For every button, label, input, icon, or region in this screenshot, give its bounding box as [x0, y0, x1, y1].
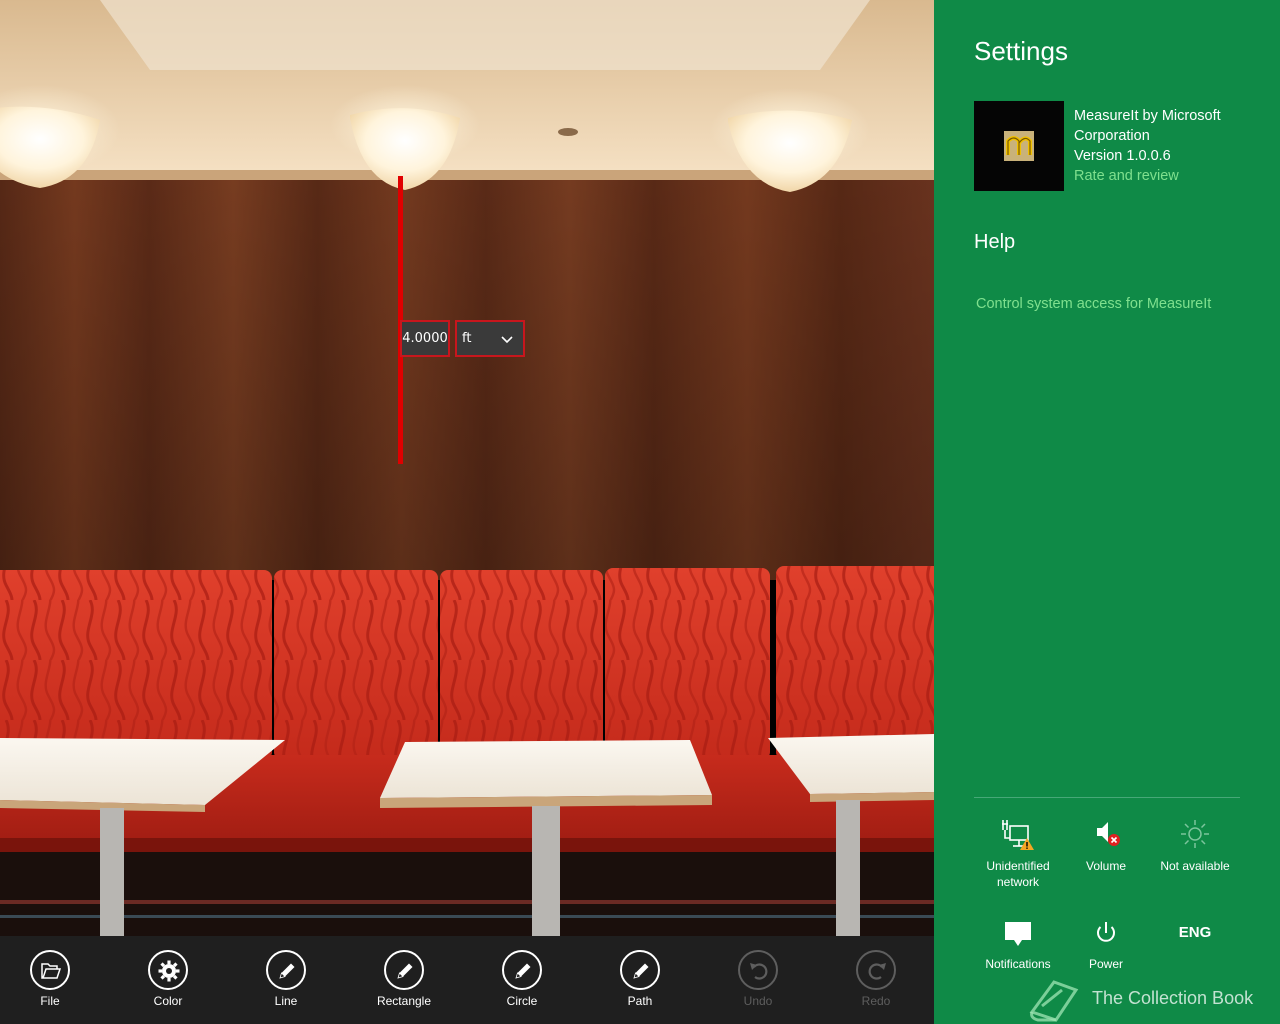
notifications-icon — [1005, 922, 1031, 946]
brightness-tile: Not available — [1151, 816, 1239, 874]
photo-canvas[interactable]: 4.0000 ft — [0, 0, 934, 936]
brightness-icon — [1181, 820, 1209, 848]
measureit-logo-icon — [1004, 131, 1034, 161]
undo-button-label: Undo — [743, 994, 773, 1008]
redo-icon — [868, 963, 886, 980]
control-system-access-link[interactable]: Control system access for MeasureIt — [976, 296, 1211, 312]
path-button-label: Path — [627, 994, 653, 1008]
app-publisher-line1: MeasureIt by Microsoft — [1074, 108, 1221, 124]
app-bar: File Color Line Rectangle Circle Path Un… — [0, 936, 934, 1024]
settings-title: Settings — [974, 36, 1068, 66]
line-button[interactable]: Line — [236, 936, 336, 1024]
redo-button[interactable]: Redo — [826, 936, 926, 1024]
settings-pane: Settings MeasureIt by Microsoft Corporat… — [934, 0, 1280, 1024]
gear-icon — [158, 960, 180, 982]
notifications-tile[interactable]: Notifications — [974, 918, 1062, 972]
app-info: MeasureIt by Microsoft Corporation Versi… — [1074, 106, 1274, 186]
pencil-icon — [397, 963, 413, 979]
volume-tile[interactable]: Volume — [1062, 816, 1150, 874]
power-icon — [1097, 922, 1115, 942]
redo-button-label: Redo — [861, 994, 891, 1008]
file-button[interactable]: File — [0, 936, 100, 1024]
pencil-icon — [633, 963, 649, 979]
rate-and-review-link[interactable]: Rate and review — [1074, 166, 1274, 186]
power-tile[interactable]: Power — [1062, 918, 1150, 972]
network-label: Unidentified network — [974, 858, 1062, 890]
brightness-label: Not available — [1160, 859, 1230, 873]
measurement-value-box[interactable]: 4.0000 — [400, 320, 450, 357]
undo-icon — [750, 963, 768, 980]
circle-button-label: Circle — [506, 994, 538, 1008]
network-label-line2: network — [996, 875, 1040, 889]
folder-icon — [41, 963, 62, 979]
chevron-down-icon — [501, 336, 513, 344]
notifications-label: Notifications — [985, 957, 1051, 971]
file-button-label: File — [40, 994, 60, 1008]
unit-selected-value: ft — [462, 331, 472, 346]
undo-button[interactable]: Undo — [708, 936, 808, 1024]
help-heading[interactable]: Help — [974, 231, 1015, 254]
volume-label: Volume — [1085, 859, 1127, 873]
rectangle-button-label: Rectangle — [376, 994, 432, 1008]
path-button[interactable]: Path — [590, 936, 690, 1024]
app-publisher-line2: Corporation — [1074, 128, 1150, 144]
restaurant-photo — [0, 0, 934, 936]
network-label-line1: Unidentified — [986, 859, 1050, 873]
power-label: Power — [1088, 957, 1123, 971]
line-button-label: Line — [274, 994, 298, 1008]
circle-button[interactable]: Circle — [472, 936, 572, 1024]
watermark-text: The Collection Book — [1092, 988, 1254, 1008]
tray-divider — [974, 797, 1240, 798]
app-version: Version 1.0.0.6 — [1074, 148, 1171, 164]
color-button[interactable]: Color — [118, 936, 218, 1024]
book-logo-icon — [1029, 980, 1079, 1022]
color-button-label: Color — [153, 994, 183, 1008]
network-tile[interactable]: Unidentified network — [974, 816, 1062, 890]
pencil-icon — [279, 963, 295, 979]
language-indicator: ENG — [1178, 924, 1212, 941]
pencil-icon — [515, 963, 531, 979]
watermark: The Collection Book — [1026, 976, 1280, 1024]
language-tile[interactable]: ENG — [1151, 924, 1239, 941]
unit-dropdown[interactable]: ft — [455, 320, 525, 357]
rectangle-button[interactable]: Rectangle — [354, 936, 454, 1024]
network-warning-icon — [1002, 820, 1034, 850]
app-logo-tile — [974, 101, 1064, 191]
speaker-muted-icon — [1097, 822, 1120, 846]
